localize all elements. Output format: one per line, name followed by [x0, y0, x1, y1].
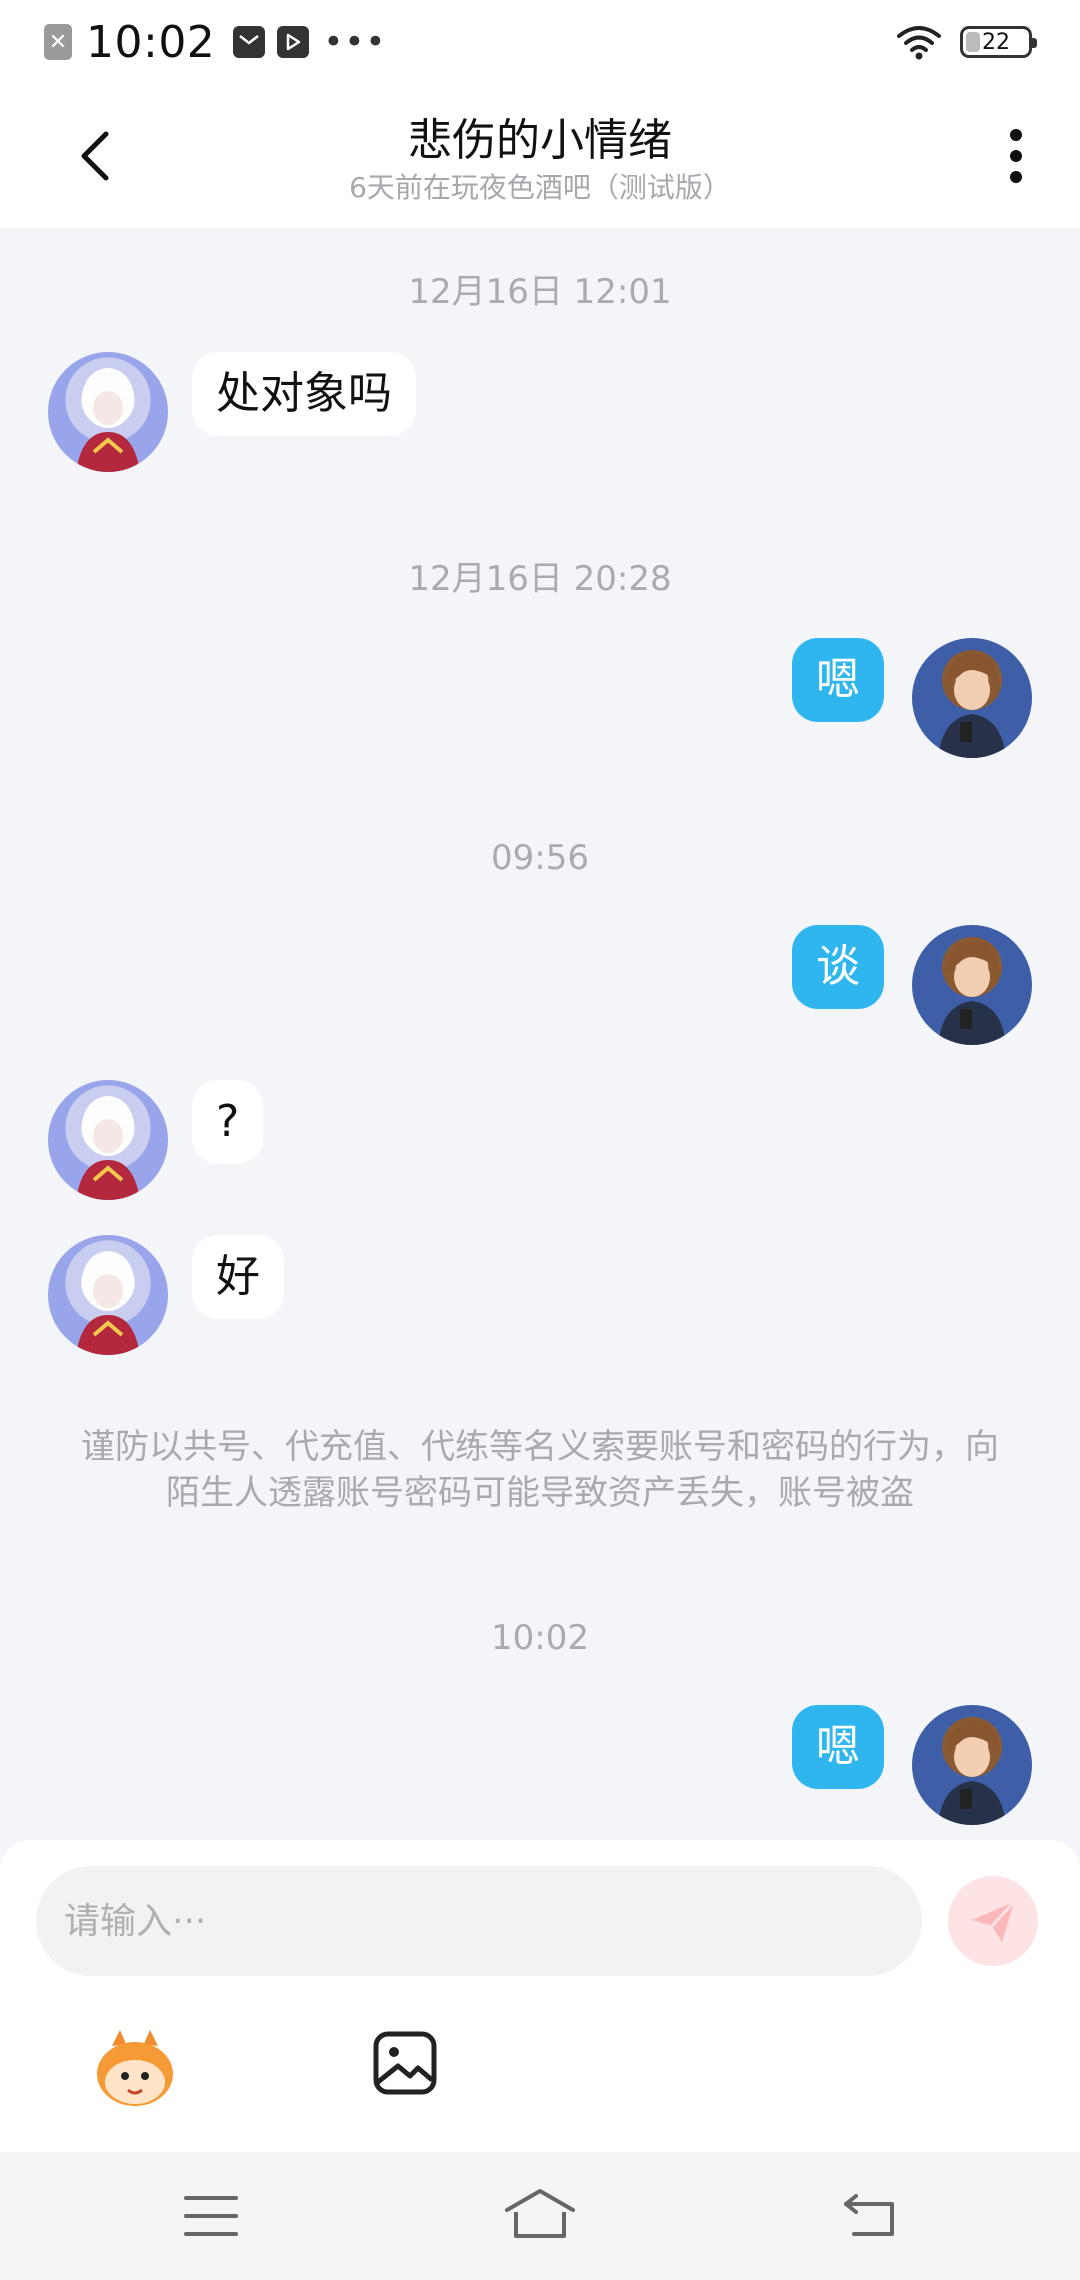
timestamp: 12月16日 20:28 — [408, 559, 672, 599]
message-bubble[interactable]: 谈 — [792, 925, 884, 1009]
emoji-button[interactable] — [92, 2026, 178, 2112]
send-icon — [972, 1900, 1016, 1942]
avatar-art — [938, 653, 1006, 758]
avatar[interactable] — [48, 1080, 168, 1200]
message-bubble[interactable]: 好 — [192, 1235, 284, 1319]
recents-button[interactable] — [184, 2194, 238, 2238]
timestamp: 12月16日 12:01 — [408, 272, 672, 312]
more-options-button[interactable] — [992, 120, 1040, 192]
chat-header: 悲伤的小情绪 6天前在玩夜色酒吧（测试版） — [0, 84, 1080, 228]
avatar[interactable] — [912, 1705, 1032, 1825]
avatar-art — [938, 1720, 1006, 1825]
security-notice: 谨防以共号、代充值、代练等名义索要账号和密码的行为，向陌生人透露账号密码可能导致… — [81, 1427, 999, 1513]
send-button[interactable] — [948, 1876, 1038, 1966]
system-nav-bar — [0, 2152, 1080, 2280]
image-icon — [373, 2031, 437, 2095]
menu-icon — [184, 2196, 238, 2236]
avatar-art — [938, 940, 1006, 1045]
status-time: 10:02 — [86, 16, 216, 68]
battery-level: 22 — [982, 29, 1010, 55]
avatar[interactable] — [48, 352, 168, 472]
back-arrow-icon — [844, 2194, 894, 2236]
message-bubble[interactable]: 嗯 — [792, 638, 884, 722]
status-bar: ✕ 10:02 ••• 22 — [0, 0, 1080, 84]
mascot-emoji-icon — [97, 2030, 173, 2106]
status-left: ✕ 10:02 ••• — [44, 14, 386, 70]
avatar-art — [76, 1096, 140, 1200]
home-button[interactable] — [504, 2188, 576, 2240]
mail-icon — [233, 26, 266, 58]
avatar[interactable] — [912, 638, 1032, 758]
message-bubble[interactable]: 处对象吗 — [192, 352, 416, 436]
avatar-art — [76, 1251, 140, 1355]
page-title: 悲伤的小情绪 — [408, 115, 672, 166]
wifi-icon — [897, 26, 941, 60]
message-bubble[interactable]: ? — [192, 1080, 264, 1164]
composer-panel — [0, 1840, 1080, 2152]
message-bubble[interactable]: 嗯 — [792, 1705, 884, 1789]
message-input[interactable] — [36, 1866, 922, 1976]
notification-x-icon: ✕ — [44, 24, 72, 60]
status-right: 22 — [896, 20, 1037, 64]
avatar[interactable] — [912, 925, 1032, 1045]
home-icon — [505, 2189, 575, 2238]
battery-icon: 22 — [960, 26, 1037, 58]
more-vertical-icon — [1010, 129, 1022, 183]
avatar-art — [76, 368, 140, 472]
system-back-button[interactable] — [842, 2192, 896, 2238]
more-dots-icon: ••• — [323, 22, 387, 62]
avatar[interactable] — [48, 1235, 168, 1355]
chat-area[interactable]: 12月16日 12:01 处对象吗 12月16日 20:28 嗯 09:56 谈 — [0, 228, 1080, 1840]
battery-fill — [966, 32, 980, 52]
image-button[interactable] — [372, 2030, 438, 2096]
timestamp: 09:56 — [491, 838, 589, 878]
timestamp: 10:02 — [491, 1618, 589, 1658]
play-icon — [277, 26, 310, 58]
page-subtitle: 6天前在玩夜色酒吧（测试版） — [349, 171, 731, 204]
